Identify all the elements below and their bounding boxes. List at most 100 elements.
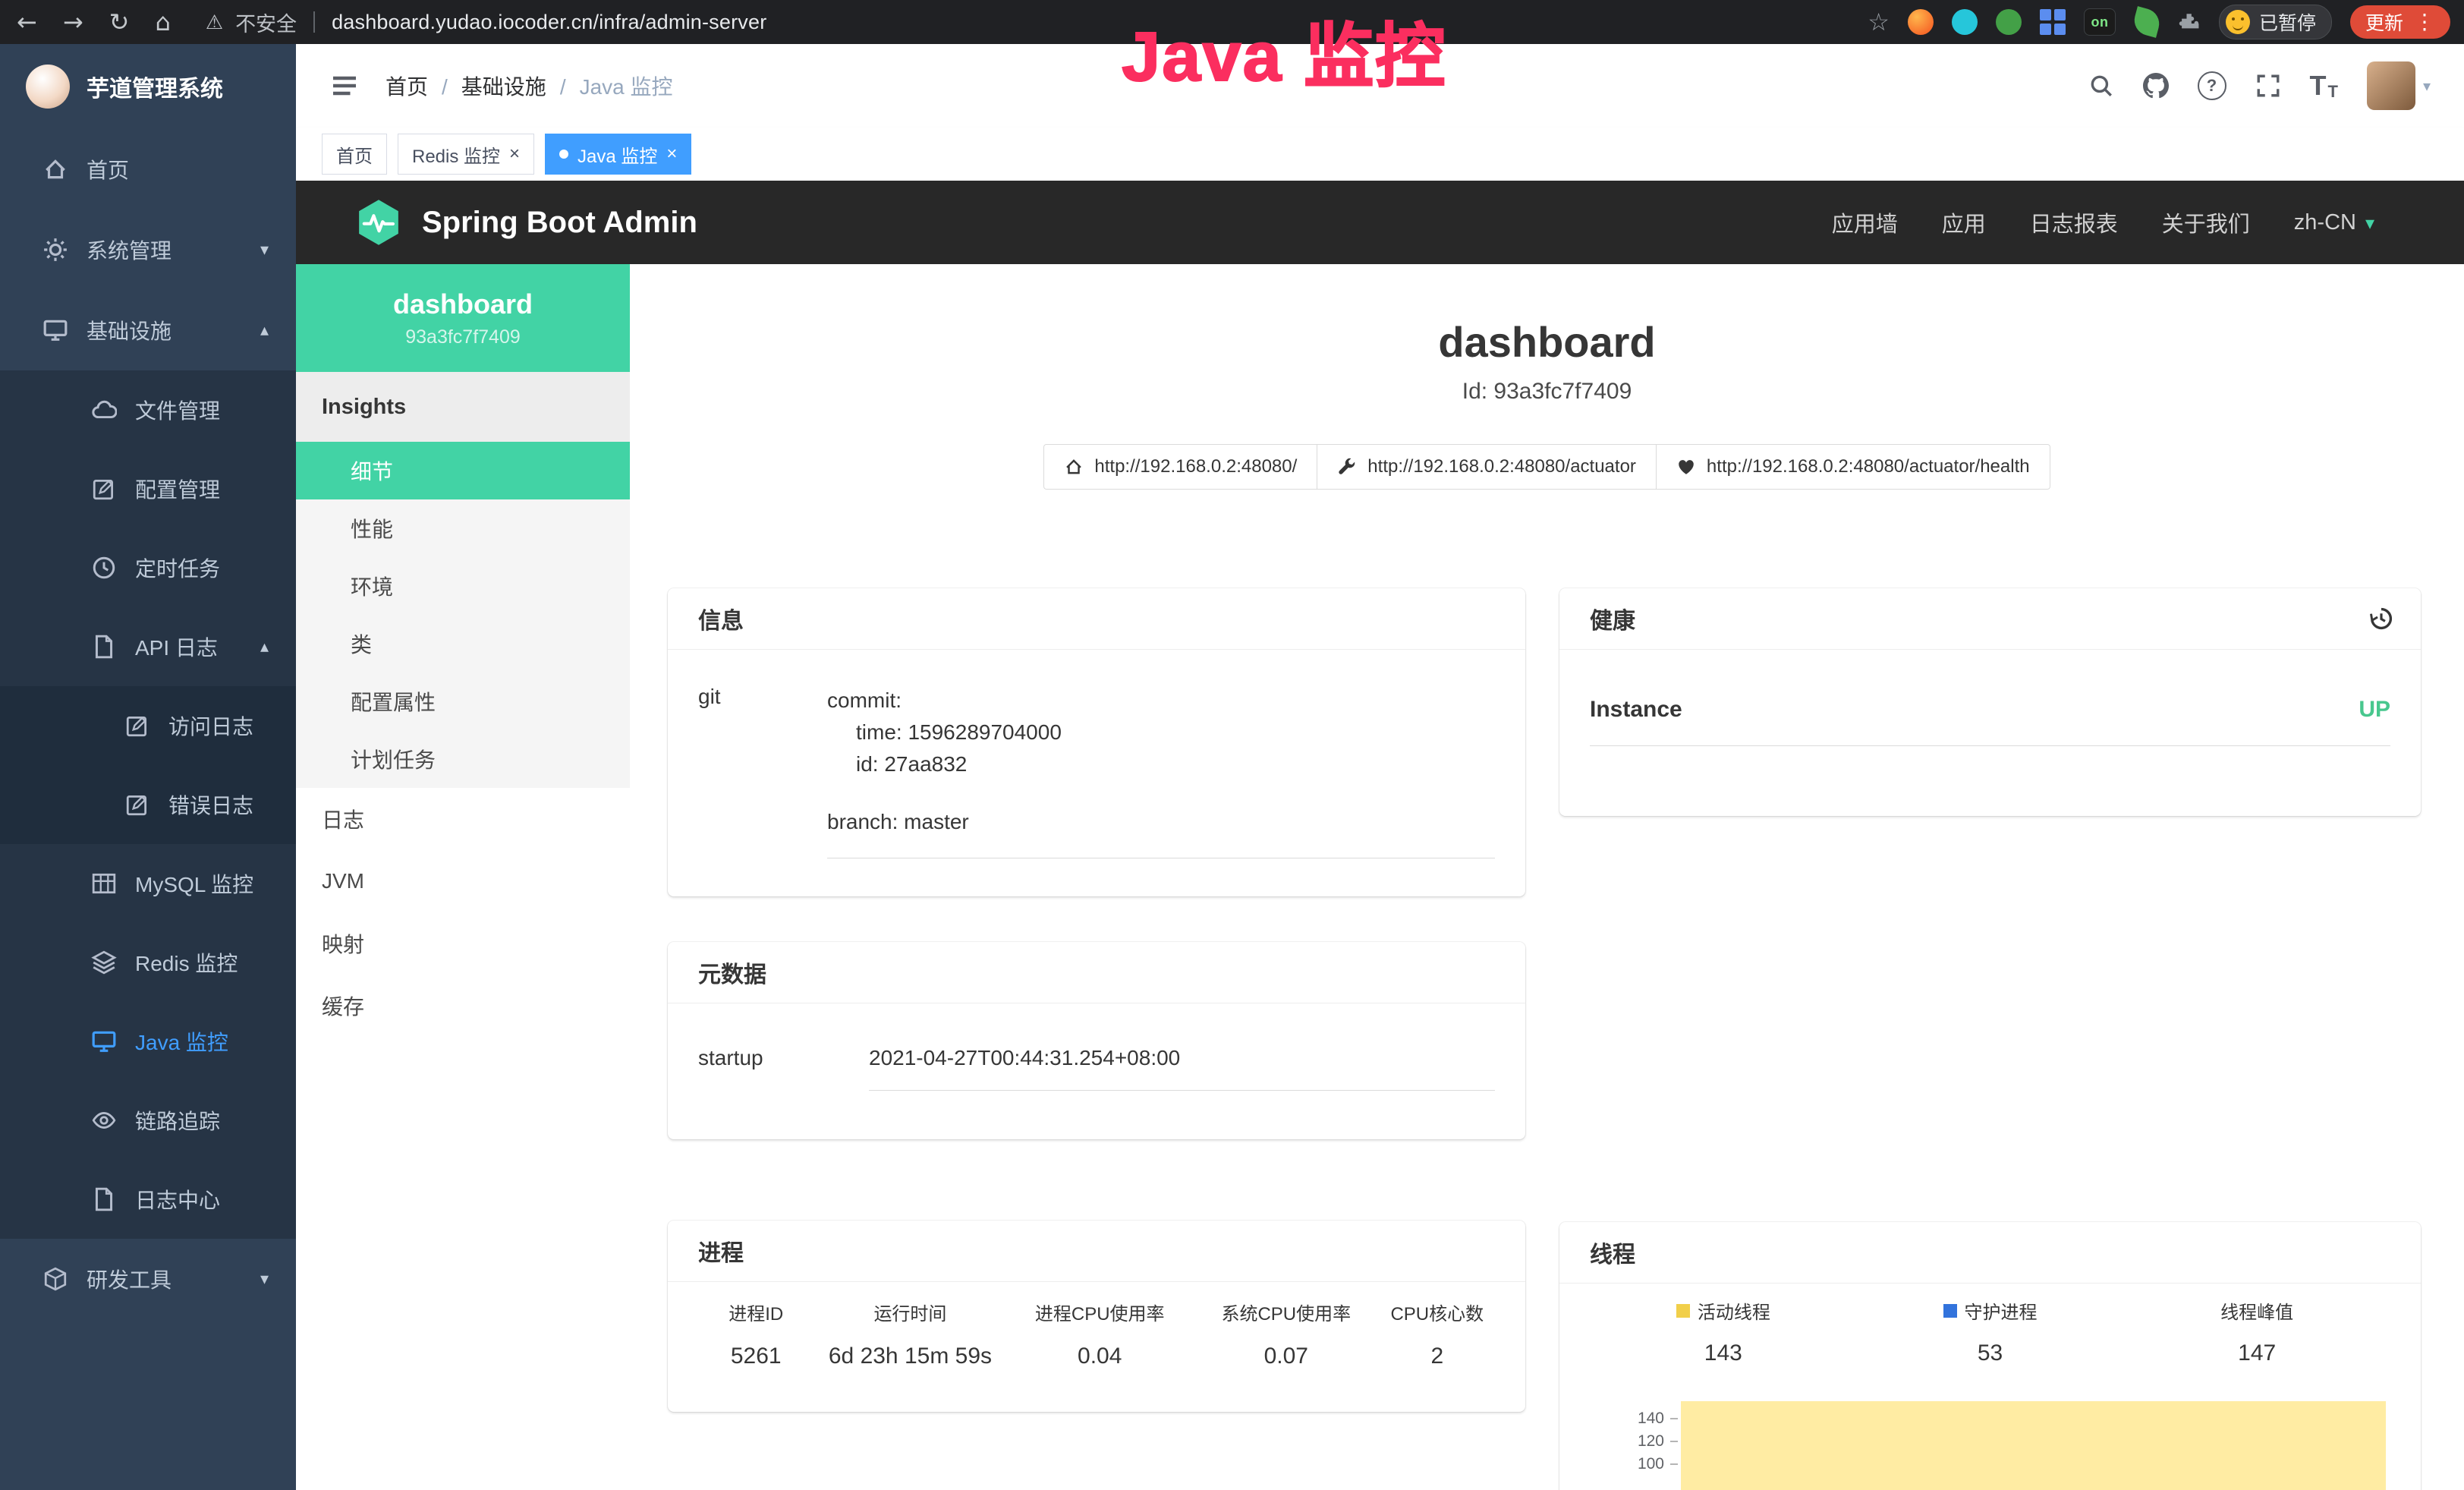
sba-instance-block[interactable]: dashboard 93a3fc7f7409 (296, 264, 630, 372)
profile-paused-badge[interactable]: 已暂停 (2219, 5, 2332, 39)
sba-brand[interactable]: Spring Boot Admin (296, 197, 697, 247)
sba-nav-journal[interactable]: 日志报表 (2030, 206, 2118, 238)
sba-menu-details[interactable]: 细节 (296, 442, 630, 499)
sidebar-item-tracing[interactable]: 链路追踪 (0, 1081, 296, 1160)
sidebar-item-java-monitor[interactable]: Java 监控 (0, 1002, 296, 1081)
sidebar-item-api-logs[interactable]: API 日志 (0, 607, 296, 686)
process-card: 进程 进程ID 5261 运行时间 6d 23h 15m 59s 进程CPU使用… (668, 1221, 1525, 1412)
font-size-icon[interactable] (2310, 70, 2338, 102)
extension-teal-icon[interactable] (1952, 9, 1978, 35)
heart-icon (1676, 457, 1696, 477)
actuator-url-link[interactable]: http://192.168.0.2:48080/actuator (1317, 444, 1657, 490)
sba-menu-config-props[interactable]: 配置属性 (296, 673, 630, 730)
status-badge: UP (2359, 697, 2390, 723)
bookmark-star-icon[interactable] (1868, 10, 1890, 34)
sba-nav-items: 应用墙 应用 日志报表 关于我们 zh-CN (1832, 206, 2464, 238)
omnibox-divider (313, 11, 315, 33)
sba-menu-metrics[interactable]: 性能 (296, 499, 630, 557)
tab-java-monitor[interactable]: Java 监控 (545, 134, 691, 175)
home-icon (1064, 457, 1084, 477)
sidebar-item-config-mgmt[interactable]: 配置管理 (0, 449, 296, 528)
extensions-puzzle-icon[interactable] (2178, 11, 2201, 33)
sidebar-item-scheduled-jobs[interactable]: 定时任务 (0, 528, 296, 607)
address-bar[interactable]: 不安全 dashboard.yudao.iocoder.cn/infra/adm… (206, 8, 767, 37)
hamburger-icon[interactable] (329, 71, 360, 101)
sidebar-item-redis-monitor[interactable]: Redis 监控 (0, 923, 296, 1002)
browser-menu-icon[interactable] (2414, 11, 2435, 33)
instance-id: 93a3fc7f7409 (405, 326, 521, 348)
chevron-down-icon (260, 1269, 269, 1289)
extension-orange-icon[interactable] (1908, 9, 1934, 35)
sidebar-item-home[interactable]: 首页 (0, 129, 296, 209)
breadcrumb-infra[interactable]: 基础设施 (428, 71, 546, 101)
close-icon[interactable] (509, 143, 520, 165)
sidebar-item-error-logs[interactable]: 错误日志 (0, 765, 296, 844)
sba-menu-caches[interactable]: 缓存 (296, 975, 630, 1037)
chrome-update-button[interactable]: 更新 (2350, 5, 2450, 39)
sba-menu-group: 细节 性能 环境 类 配置属性 计划任务 (296, 442, 630, 788)
sidebar-item-system[interactable]: 系统管理 (0, 209, 296, 290)
tags-view-bar: 首页 Redis 监控 Java 监控 (296, 128, 2464, 181)
sidebar-item-infra[interactable]: 基础设施 (0, 290, 296, 370)
back-icon[interactable] (17, 10, 37, 34)
sba-menu-mappings[interactable]: 映射 (296, 912, 630, 975)
help-icon[interactable]: ? (2198, 71, 2226, 100)
reload-icon[interactable] (109, 10, 130, 34)
sba-menu-scheduled-tasks[interactable]: 计划任务 (296, 730, 630, 788)
infra-submenu: 文件管理 配置管理 定时任务 API 日志 (0, 370, 296, 1239)
fullscreen-icon[interactable] (2255, 73, 2281, 99)
sba-menu-jvm[interactable]: JVM (296, 850, 630, 912)
cards-column-left: 信息 git commit: time: 1596289704000 id: 2… (668, 588, 1525, 1412)
health-url-link[interactable]: http://192.168.0.2:48080/actuator/health (1656, 444, 2050, 490)
cards-column-right: 健康 Instance UP 线程 (1559, 588, 2421, 1490)
sba-nav-applications[interactable]: 应用 (1942, 206, 1986, 238)
extension-green-icon[interactable] (1996, 9, 2022, 35)
search-icon[interactable] (2088, 73, 2114, 99)
extension-leaf-icon[interactable] (2131, 6, 2163, 38)
sba-sidebar: dashboard 93a3fc7f7409 Insights 细节 性能 环境… (296, 264, 631, 1490)
git-commit-line: commit: (827, 685, 1495, 717)
avatar-image (2367, 61, 2415, 110)
extension-grid-icon[interactable] (2040, 9, 2066, 35)
service-url-link[interactable]: http://192.168.0.2:48080/ (1043, 444, 1317, 490)
legend-live-threads: 活动线程 143 (1590, 1297, 1857, 1366)
tab-home[interactable]: 首页 (322, 134, 387, 175)
edit-doc-icon (124, 713, 150, 739)
table-icon (91, 871, 117, 896)
history-icon[interactable] (2368, 605, 2395, 632)
sba-menu-environment[interactable]: 环境 (296, 557, 630, 615)
chevron-down-icon (260, 240, 269, 260)
url-text: dashboard.yudao.iocoder.cn/infra/admin-s… (332, 11, 766, 34)
github-icon[interactable] (2143, 73, 2169, 99)
git-branch-line: branch: master (827, 806, 1495, 838)
sba-nav-about[interactable]: 关于我们 (2162, 206, 2250, 238)
threads-chart-yaxis: 140 120 100 (1590, 1407, 1678, 1490)
legend-peak-threads: 线程峰值 147 (2123, 1297, 2390, 1366)
app-logo-row[interactable]: 芋道管理系统 (0, 44, 296, 129)
sidebar-item-access-logs[interactable]: 访问日志 (0, 686, 296, 765)
sidebar-item-mysql-monitor[interactable]: MySQL 监控 (0, 844, 296, 923)
browser-home-icon[interactable] (155, 10, 170, 34)
sidebar-item-log-center[interactable]: 日志中心 (0, 1160, 296, 1239)
sba-menu-beans[interactable]: 类 (296, 615, 630, 673)
tab-redis-monitor[interactable]: Redis 监控 (398, 134, 534, 175)
sidebar-item-dev-tools[interactable]: 研发工具 (0, 1239, 296, 1319)
sba-menu-logging[interactable]: 日志 (296, 788, 630, 850)
close-icon[interactable] (666, 143, 677, 165)
display-icon (91, 1029, 117, 1054)
threads-card-title: 线程 (1559, 1222, 2421, 1284)
threads-card-body: 活动线程 143 守护进程 53 (1559, 1284, 2421, 1490)
breadcrumb-home[interactable]: 首页 (385, 71, 428, 101)
metadata-row-label: startup (698, 1046, 869, 1091)
user-avatar[interactable] (2367, 61, 2431, 110)
monitor-icon (42, 317, 68, 343)
forward-icon[interactable] (63, 10, 83, 34)
wrench-icon (1337, 457, 1357, 477)
sba-nav-wallboard[interactable]: 应用墙 (1832, 206, 1898, 238)
health-instance-row[interactable]: Instance UP (1590, 697, 2390, 746)
sidebar-item-file-mgmt[interactable]: 文件管理 (0, 370, 296, 449)
extension-on-badge[interactable]: on (2084, 8, 2116, 36)
health-card-body: Instance UP (1559, 650, 2421, 801)
sba-language-select[interactable]: zh-CN (2294, 210, 2374, 235)
health-card: 健康 Instance UP (1559, 588, 2421, 816)
